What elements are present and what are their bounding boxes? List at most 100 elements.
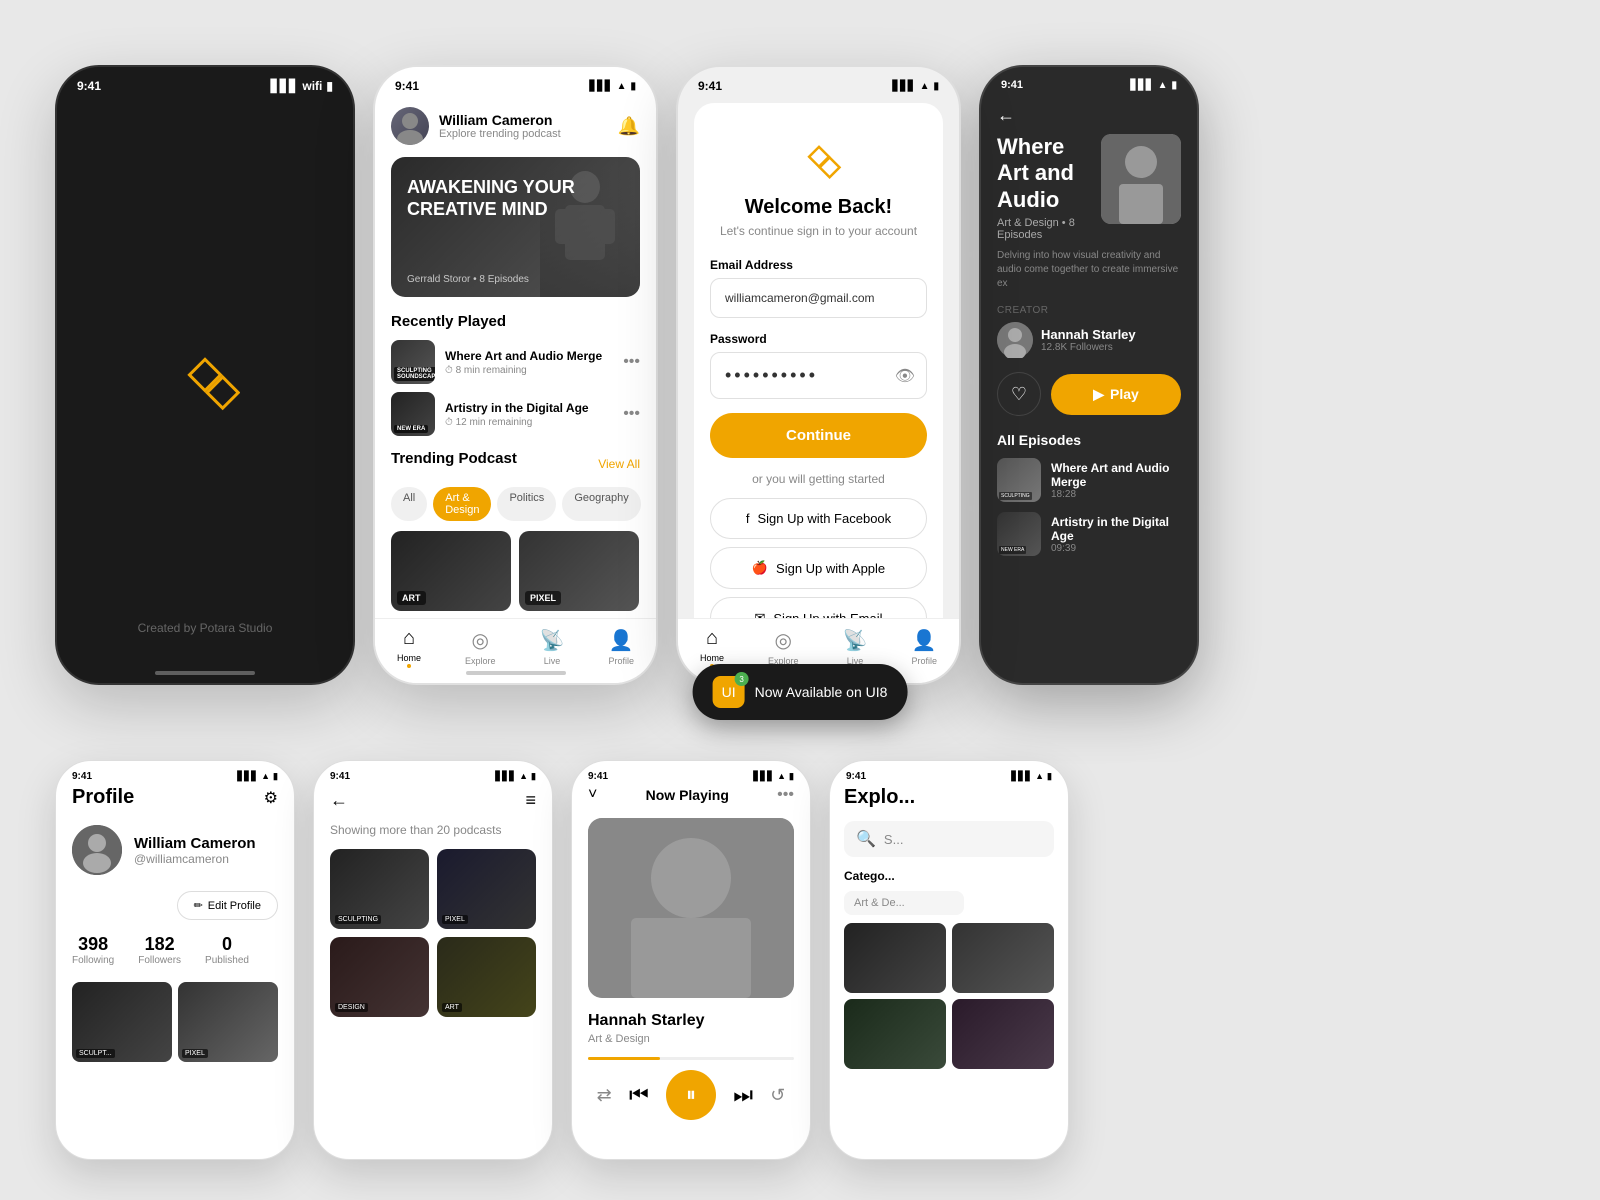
profile-icon: 👤	[609, 628, 634, 653]
nav-explore[interactable]: ◎ Explore	[768, 628, 799, 666]
followers-label: Followers	[138, 955, 181, 966]
user-avatar	[72, 825, 122, 875]
apple-icon: 🍎	[752, 560, 768, 576]
chevron-down-icon[interactable]: ˅	[588, 786, 597, 804]
signal-icon: ▋▋▋	[495, 771, 516, 782]
battery-icon: ▮	[630, 81, 636, 92]
signal-icon: ▋▋▋	[893, 81, 916, 92]
toast-badge: 3	[735, 672, 749, 686]
followers-count: 182	[138, 934, 181, 955]
profile-icon: 👤	[912, 628, 937, 653]
battery-icon: ▮	[1047, 771, 1052, 782]
podcast-card[interactable]: ART	[437, 937, 536, 1017]
heart-button[interactable]: ♡	[997, 372, 1041, 416]
continue-button[interactable]: Continue	[710, 413, 927, 458]
signal-icon: ▋▋▋	[1011, 771, 1032, 782]
shuffle-icon[interactable]: ⇄	[597, 1085, 612, 1106]
status-bar: 9:41 ▋▋▋ ▲ ▮	[572, 761, 810, 786]
status-time: 9:41	[330, 771, 350, 782]
more-button[interactable]: •••	[777, 786, 794, 804]
wifi-icon: ▲	[1158, 80, 1168, 91]
play-button[interactable]: ▶ Play	[1051, 374, 1181, 415]
recently-played-title: Recently Played	[391, 313, 640, 330]
banner-meta: Gerrald Storor • 8 Episodes	[407, 274, 529, 285]
nav-profile-label: Profile	[608, 656, 634, 666]
nav-profile[interactable]: 👤 Profile	[608, 628, 634, 666]
banner-card[interactable]: AWAKENING YOUR CREATIVE MIND Gerrald Sto…	[391, 157, 640, 297]
toast-notification: UI 3 Now Available on UI8	[693, 664, 908, 720]
category-item[interactable]: Art & De...	[844, 891, 964, 915]
or-divider: or you will getting started	[710, 472, 927, 486]
battery-icon: ▮	[789, 771, 794, 782]
back-button[interactable]: ←	[997, 97, 1181, 134]
repeat-icon[interactable]: ↺	[770, 1085, 785, 1106]
episode-meta: ⏱ 12 min remaining	[445, 417, 613, 428]
published-stat: 0 Published	[205, 934, 249, 966]
back-button[interactable]: ←	[330, 790, 348, 811]
explore-screen-partial: 9:41 ▋▋▋ ▲ ▮ Explo... 🔍 S... Catego... A…	[829, 760, 1069, 1160]
nav-profile[interactable]: 👤 Profile	[911, 628, 937, 666]
facebook-button[interactable]: f Sign Up with Facebook	[710, 498, 927, 539]
podcast-card[interactable]: ART	[391, 531, 511, 611]
nav-home-label: Home	[700, 653, 724, 663]
episode-time: 09:39	[1051, 543, 1181, 554]
battery-icon: ▮	[933, 81, 939, 92]
tab-art-design[interactable]: Art & Design	[433, 487, 491, 521]
episode-title: Where Art and Audio Merge	[1051, 461, 1181, 489]
play-pause-button[interactable]: ⏸	[666, 1070, 716, 1120]
status-bar: 9:41 ▋▋▋ ▲ ▮	[314, 761, 552, 786]
battery-icon: ▮	[273, 771, 278, 782]
tab-geography[interactable]: Geography	[562, 487, 640, 521]
nav-explore[interactable]: ◎ Explore	[465, 628, 496, 666]
edit-profile-button[interactable]: ✏ Edit Profile	[177, 891, 278, 920]
nav-live[interactable]: 📡 Live	[540, 628, 565, 666]
email-input[interactable]: williamcameron@gmail.com	[710, 278, 927, 318]
category-card[interactable]	[952, 923, 1054, 993]
album-art-large	[588, 818, 794, 998]
podcast-card[interactable]: PIXEL	[519, 531, 639, 611]
splash-footer: Created by Potara Studio	[138, 621, 273, 635]
category-card[interactable]	[844, 999, 946, 1069]
nav-explore-label: Explore	[465, 656, 496, 666]
podcast-card[interactable]: PIXEL	[437, 849, 536, 929]
filter-icon[interactable]: ≡	[525, 790, 536, 811]
category-card[interactable]	[952, 999, 1054, 1069]
podcast-card[interactable]: DESIGN	[330, 937, 429, 1017]
search-bar[interactable]: 🔍 S...	[844, 821, 1054, 857]
podcast-cards: ART PIXEL	[391, 531, 640, 611]
podcast-card[interactable]: SCULPTING	[330, 849, 429, 929]
list-item[interactable]: SCULPTING Where Art and Audio Merge 18:2…	[997, 458, 1181, 502]
search-placeholder: S...	[884, 832, 904, 847]
tab-politics[interactable]: Politics	[497, 487, 556, 521]
prev-icon[interactable]: ⏮	[629, 1082, 649, 1108]
nav-live[interactable]: 📡 Live	[843, 628, 868, 666]
notification-icon[interactable]: 🔔	[618, 116, 640, 137]
followers-stat: 182 Followers	[138, 934, 181, 966]
list-item[interactable]: NEW ERA Artistry in the Digital Age ⏱ 12…	[391, 392, 640, 436]
status-time: 9:41	[395, 79, 419, 93]
avatar	[391, 107, 429, 145]
nav-home[interactable]: ⌂ Home	[397, 627, 421, 668]
list-item[interactable]: NEW ERA Artistry in the Digital Age 09:3…	[997, 512, 1181, 556]
banner-title: AWAKENING YOUR CREATIVE MIND	[407, 177, 640, 220]
eye-icon[interactable]: 👁	[895, 366, 915, 386]
explore-filter-screen: 9:41 ▋▋▋ ▲ ▮ ← ≡ Showing more than 20 po…	[313, 760, 553, 1160]
now-playing-title: Now Playing	[646, 787, 729, 803]
next-icon[interactable]: ⏭	[733, 1082, 753, 1108]
view-all-link[interactable]: View All	[598, 457, 640, 471]
nav-home[interactable]: ⌂ Home	[700, 627, 724, 668]
more-button[interactable]: •••	[623, 353, 640, 371]
apple-button[interactable]: 🍎 Sign Up with Apple	[710, 547, 927, 589]
published-count: 0	[205, 934, 249, 955]
tab-all[interactable]: All	[391, 487, 427, 521]
following-count: 398	[72, 934, 114, 955]
more-button[interactable]: •••	[623, 405, 640, 423]
category-card[interactable]	[844, 923, 946, 993]
settings-icon[interactable]: ⚙	[264, 788, 278, 808]
battery-icon: ▮	[531, 771, 536, 782]
status-time: 9:41	[77, 79, 101, 93]
list-item[interactable]: SCULPTINGSOUNDSCAPES Where Art and Audio…	[391, 340, 640, 384]
profile-header: William Cameron Explore trending podcast…	[391, 99, 640, 157]
user-handle: @williamcameron	[134, 852, 256, 866]
status-bar: 9:41 ▋▋▋ ▲ ▮	[56, 761, 294, 786]
